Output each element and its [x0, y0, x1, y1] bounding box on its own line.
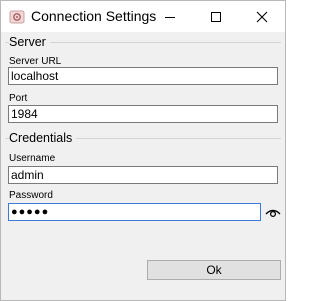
minimize-button[interactable] — [147, 1, 193, 32]
username-input[interactable]: admin — [8, 166, 278, 184]
password-input[interactable]: ●●●●● — [8, 203, 261, 221]
app-settings-icon — [9, 9, 25, 25]
server-url-label: Server URL — [9, 56, 62, 67]
close-button[interactable] — [239, 1, 285, 32]
credentials-group: Credentials — [5, 131, 281, 145]
port-input[interactable]: 1984 — [8, 105, 278, 123]
credentials-group-label: Credentials — [9, 131, 77, 145]
password-label: Password — [9, 190, 53, 201]
minimize-icon — [165, 16, 175, 18]
maximize-icon — [211, 11, 221, 22]
dialog-content: Server Server URL localhost Port 1984 Cr… — [1, 32, 285, 300]
window-title: Connection Settings — [31, 8, 157, 24]
title-bar[interactable]: Connection Settings — [1, 1, 285, 32]
eye-icon[interactable] — [265, 206, 281, 218]
username-label: Username — [9, 153, 56, 164]
server-group-label: Server — [9, 35, 50, 49]
server-group: Server — [5, 35, 281, 49]
server-url-input[interactable]: localhost — [8, 67, 278, 85]
ok-button[interactable]: Ok — [147, 260, 281, 280]
port-label: Port — [9, 93, 28, 104]
maximize-button[interactable] — [193, 1, 239, 32]
connection-settings-window: Connection Settings Server Server URL lo… — [0, 0, 286, 301]
close-icon — [256, 11, 268, 22]
